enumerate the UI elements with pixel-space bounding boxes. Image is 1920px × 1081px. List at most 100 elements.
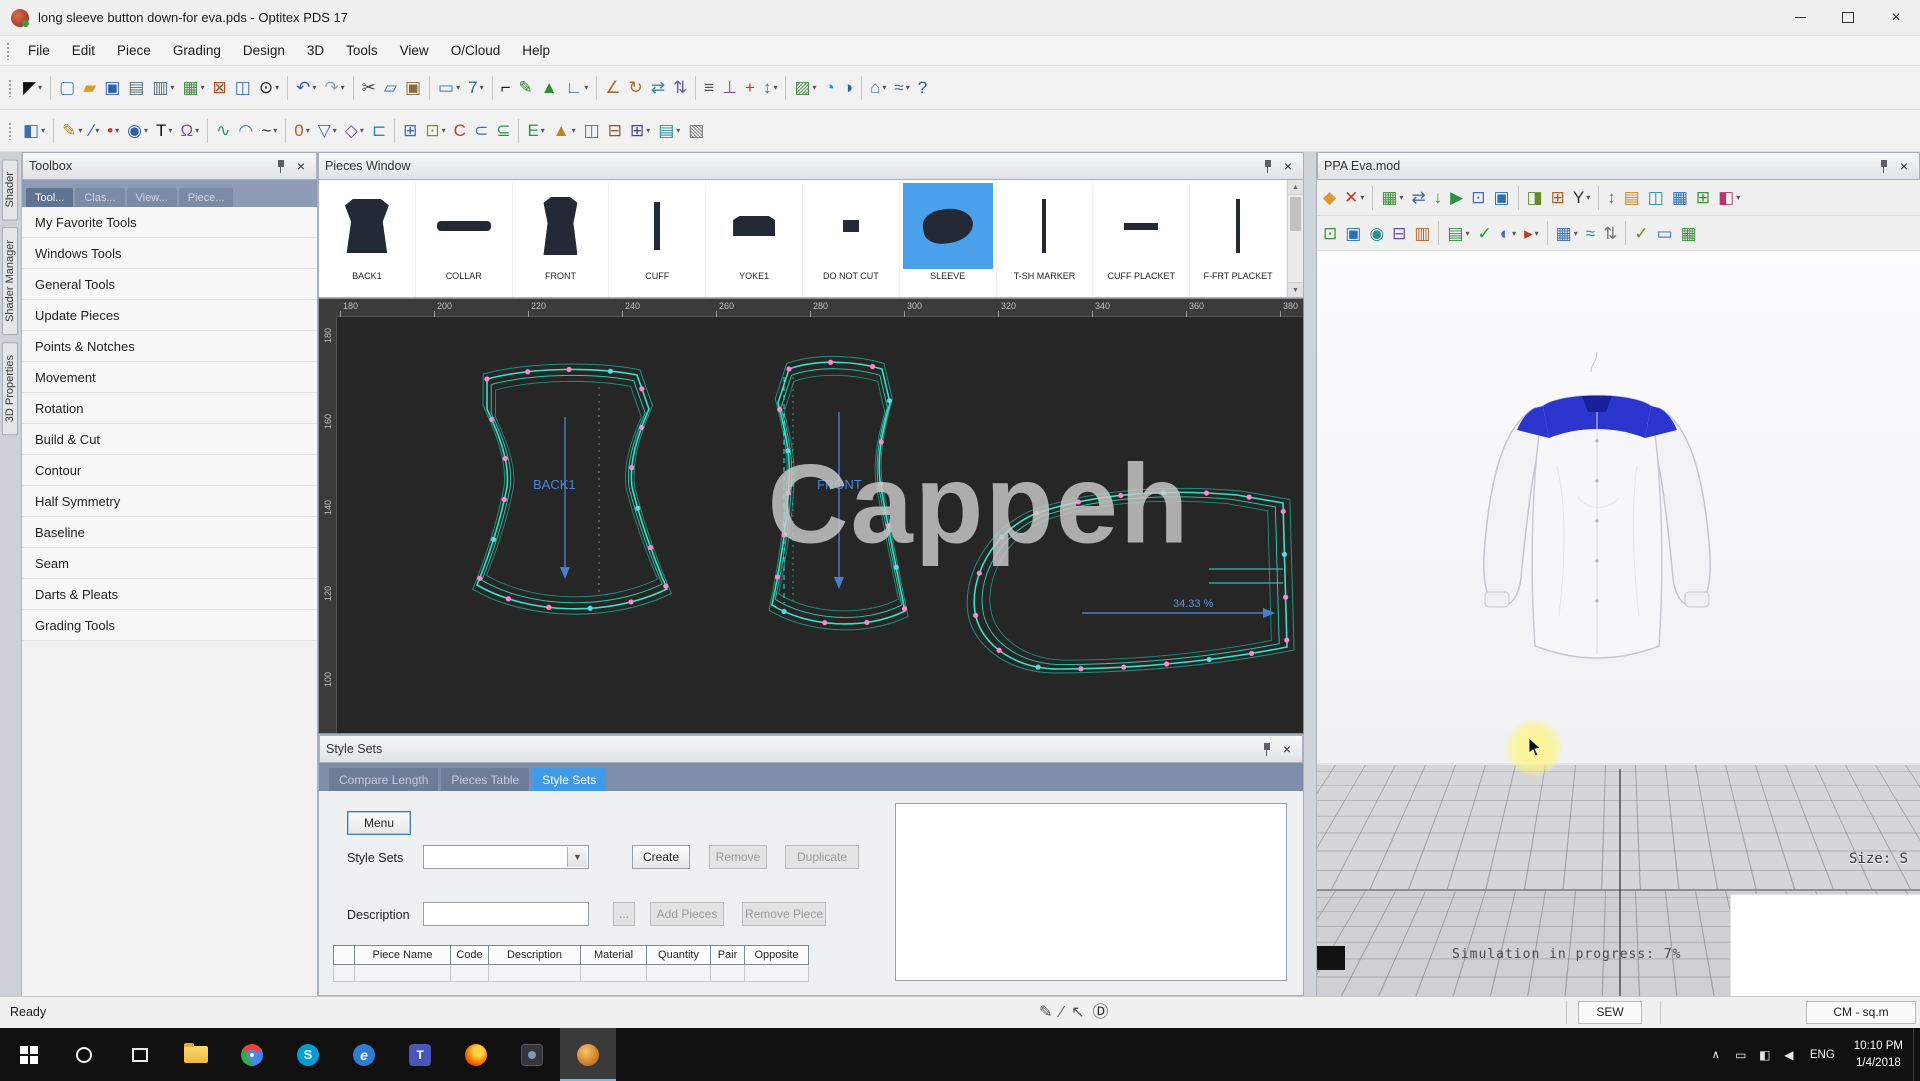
piece-thumb-sleeve[interactable]: SLEEVE [900, 180, 997, 297]
textures-icon[interactable]: ▤ [1621, 183, 1643, 213]
play-sim-icon[interactable]: ▶ [1447, 183, 1466, 213]
side-tab-3d-properties[interactable]: 3D Properties [2, 342, 18, 435]
drop-model-icon[interactable]: ↓ [1431, 183, 1446, 213]
remove-button[interactable]: Remove [709, 845, 767, 869]
contour-c1-icon[interactable]: C [451, 116, 469, 146]
menu-grading[interactable]: Grading [162, 36, 232, 65]
pieces-table-icon[interactable]: ⊞ [400, 116, 420, 146]
layers-tool-icon[interactable]: ▧ [685, 116, 707, 146]
export-table-icon[interactable]: ▦▾ [179, 73, 207, 103]
3d-viewport[interactable]: Size: S Simulation in progress: 7% [1317, 251, 1920, 996]
seam-tool-icon[interactable]: ⊏ [369, 116, 389, 146]
help-tool-icon[interactable]: ? [915, 73, 930, 103]
line-tool-icon[interactable]: ∕▾ [87, 116, 102, 146]
toolbox-item-half-symmetry[interactable]: Half Symmetry [22, 486, 317, 517]
column-header-opposite[interactable]: Opposite [745, 945, 809, 965]
zoom-tool-icon[interactable]: ⊙▾ [256, 73, 282, 103]
fold-tool-icon[interactable]: ⊞▾ [627, 116, 653, 146]
taskbar-explorer[interactable] [168, 1028, 224, 1081]
pin-tool-icon[interactable]: + [742, 73, 758, 103]
menu-view[interactable]: View [389, 36, 440, 65]
pencil-tool-icon[interactable]: ✎▾ [59, 116, 85, 146]
pause-sim-icon[interactable]: ⊡ [1468, 183, 1488, 213]
scrollbar-track[interactable] [1288, 195, 1303, 282]
open-file-icon[interactable]: ▰ [80, 73, 99, 103]
toolbox-item-grading-tools[interactable]: Grading Tools [22, 610, 317, 641]
move-tool-icon[interactable]: ⇅ [670, 73, 690, 103]
sim-run-icon[interactable]: ◆ [1320, 183, 1339, 213]
display-icon[interactable]: ▭ [1729, 1048, 1753, 1062]
compare-tool-icon[interactable]: ⊡▾ [422, 116, 448, 146]
wave-tool-icon[interactable]: ~▾ [258, 116, 280, 146]
create-button[interactable]: Create [632, 845, 690, 869]
piece-thumb-f-frt-placket[interactable]: F-FRT PLACKET [1190, 180, 1287, 297]
print-icon[interactable]: ▤ [125, 73, 147, 103]
contour-c2-icon[interactable]: ⊂ [471, 116, 491, 146]
piece-front[interactable]: FRONT [769, 356, 908, 630]
send-file-icon[interactable]: ⊠ [210, 73, 230, 103]
knife-icon[interactable]: ∕ [1057, 998, 1066, 1028]
piece-thumb-do-not-cut[interactable]: DO NOT CUT [803, 180, 900, 297]
pin-icon[interactable] [274, 159, 288, 174]
show-desktop-button[interactable] [1913, 1028, 1920, 1081]
workspace-icon[interactable]: ⌂▾ [867, 73, 889, 103]
piece-thumb-cuff-placket[interactable]: CUFF PLACKET [1093, 180, 1190, 297]
sketch-icon[interactable]: ✎ [1036, 998, 1055, 1028]
pleat-tool-icon[interactable]: ◇▾ [342, 116, 367, 146]
pen-icon[interactable]: ↖ [1068, 998, 1087, 1028]
pattern-drawing[interactable]: BACK1 FRONT [337, 317, 1305, 735]
style-sets-tab-compare-length[interactable]: Compare Length [329, 768, 438, 791]
column-header-code[interactable]: Code [451, 945, 489, 965]
minimize-button[interactable] [1776, 0, 1824, 35]
sew-mode-indicator[interactable]: SEW [1578, 1001, 1642, 1024]
menu-piece[interactable]: Piece [106, 36, 162, 65]
add-pieces-button[interactable]: Add Pieces [650, 902, 724, 926]
taskbar-start[interactable] [0, 1028, 56, 1081]
report-tool-icon[interactable]: ▤▾ [655, 116, 683, 146]
grade-e-icon[interactable]: E▾ [524, 116, 547, 146]
pin-icon[interactable] [1260, 742, 1274, 757]
column-header-pair[interactable]: Pair [711, 945, 745, 965]
split-tool-icon[interactable]: ◫ [581, 116, 603, 146]
angle-tool-icon[interactable]: ∠ [602, 73, 623, 103]
3d-garment[interactable] [1447, 346, 1757, 696]
stitch-view-icon[interactable]: ◫ [1645, 183, 1667, 213]
taskbar-edge[interactable]: e [336, 1028, 392, 1081]
close-icon[interactable]: × [1280, 742, 1294, 756]
close-button[interactable]: × [1872, 0, 1920, 35]
colorways-icon[interactable]: ◧▾ [1715, 183, 1743, 213]
sim-clear-icon[interactable]: ✕▾ [1341, 183, 1367, 213]
check-sim-icon[interactable]: ✓ [1475, 218, 1495, 248]
confirm-3d-icon[interactable]: ✓ [1631, 218, 1651, 248]
style-sets-tab-pieces-table[interactable]: Pieces Table [441, 768, 529, 791]
clock[interactable]: 10:10 PM 1/4/2018 [1844, 1038, 1913, 1070]
taskbar-skype[interactable]: S [280, 1028, 336, 1081]
taskbar-search[interactable] [56, 1028, 112, 1081]
shade-mode-icon[interactable]: ◐▾ [1497, 218, 1519, 248]
taskbar-teams[interactable]: T [392, 1028, 448, 1081]
flip-tool-icon[interactable]: ⇄ [648, 73, 668, 103]
scroll-down-icon[interactable]: ▼ [1288, 282, 1303, 297]
toolbox-item-darts-pleats[interactable]: Darts & Pleats [22, 579, 317, 610]
style-sets-tab-style-sets[interactable]: Style Sets [532, 768, 606, 791]
select-icon[interactable]: ◤▾ [20, 73, 45, 103]
undo-icon[interactable]: ↶▾ [293, 73, 319, 103]
model-props-icon[interactable]: ◨ [1524, 183, 1546, 213]
redo-icon[interactable]: ↷▾ [321, 73, 347, 103]
piece-thumb-front[interactable]: FRONT [513, 180, 610, 297]
taskbar-firefox[interactable] [448, 1028, 504, 1081]
column-header-description[interactable]: Description [489, 945, 581, 965]
text-tool-icon[interactable]: T▾ [153, 116, 175, 146]
texture-mode-icon[interactable]: ▦▾ [1553, 218, 1581, 248]
copy-pieces-icon[interactable]: ▱ [381, 73, 400, 103]
fabric-props-icon[interactable]: ⊞ [1548, 183, 1568, 213]
trace-tool-icon[interactable]: ◠ [235, 116, 256, 146]
draw-tool-icon[interactable]: ✎ [516, 73, 536, 103]
scroll-up-icon[interactable]: ▲ [1288, 180, 1303, 195]
zoom-3d-icon[interactable]: ▣ [1342, 218, 1364, 248]
zero-point-icon[interactable]: 0▾ [291, 116, 312, 146]
toolbox-item-my-favorite-tools[interactable]: My Favorite Tools [22, 207, 317, 238]
close-icon[interactable]: × [294, 159, 308, 173]
sync-pieces-icon[interactable]: ⇄ [1408, 183, 1428, 213]
style-sets-listbox[interactable] [895, 803, 1287, 981]
